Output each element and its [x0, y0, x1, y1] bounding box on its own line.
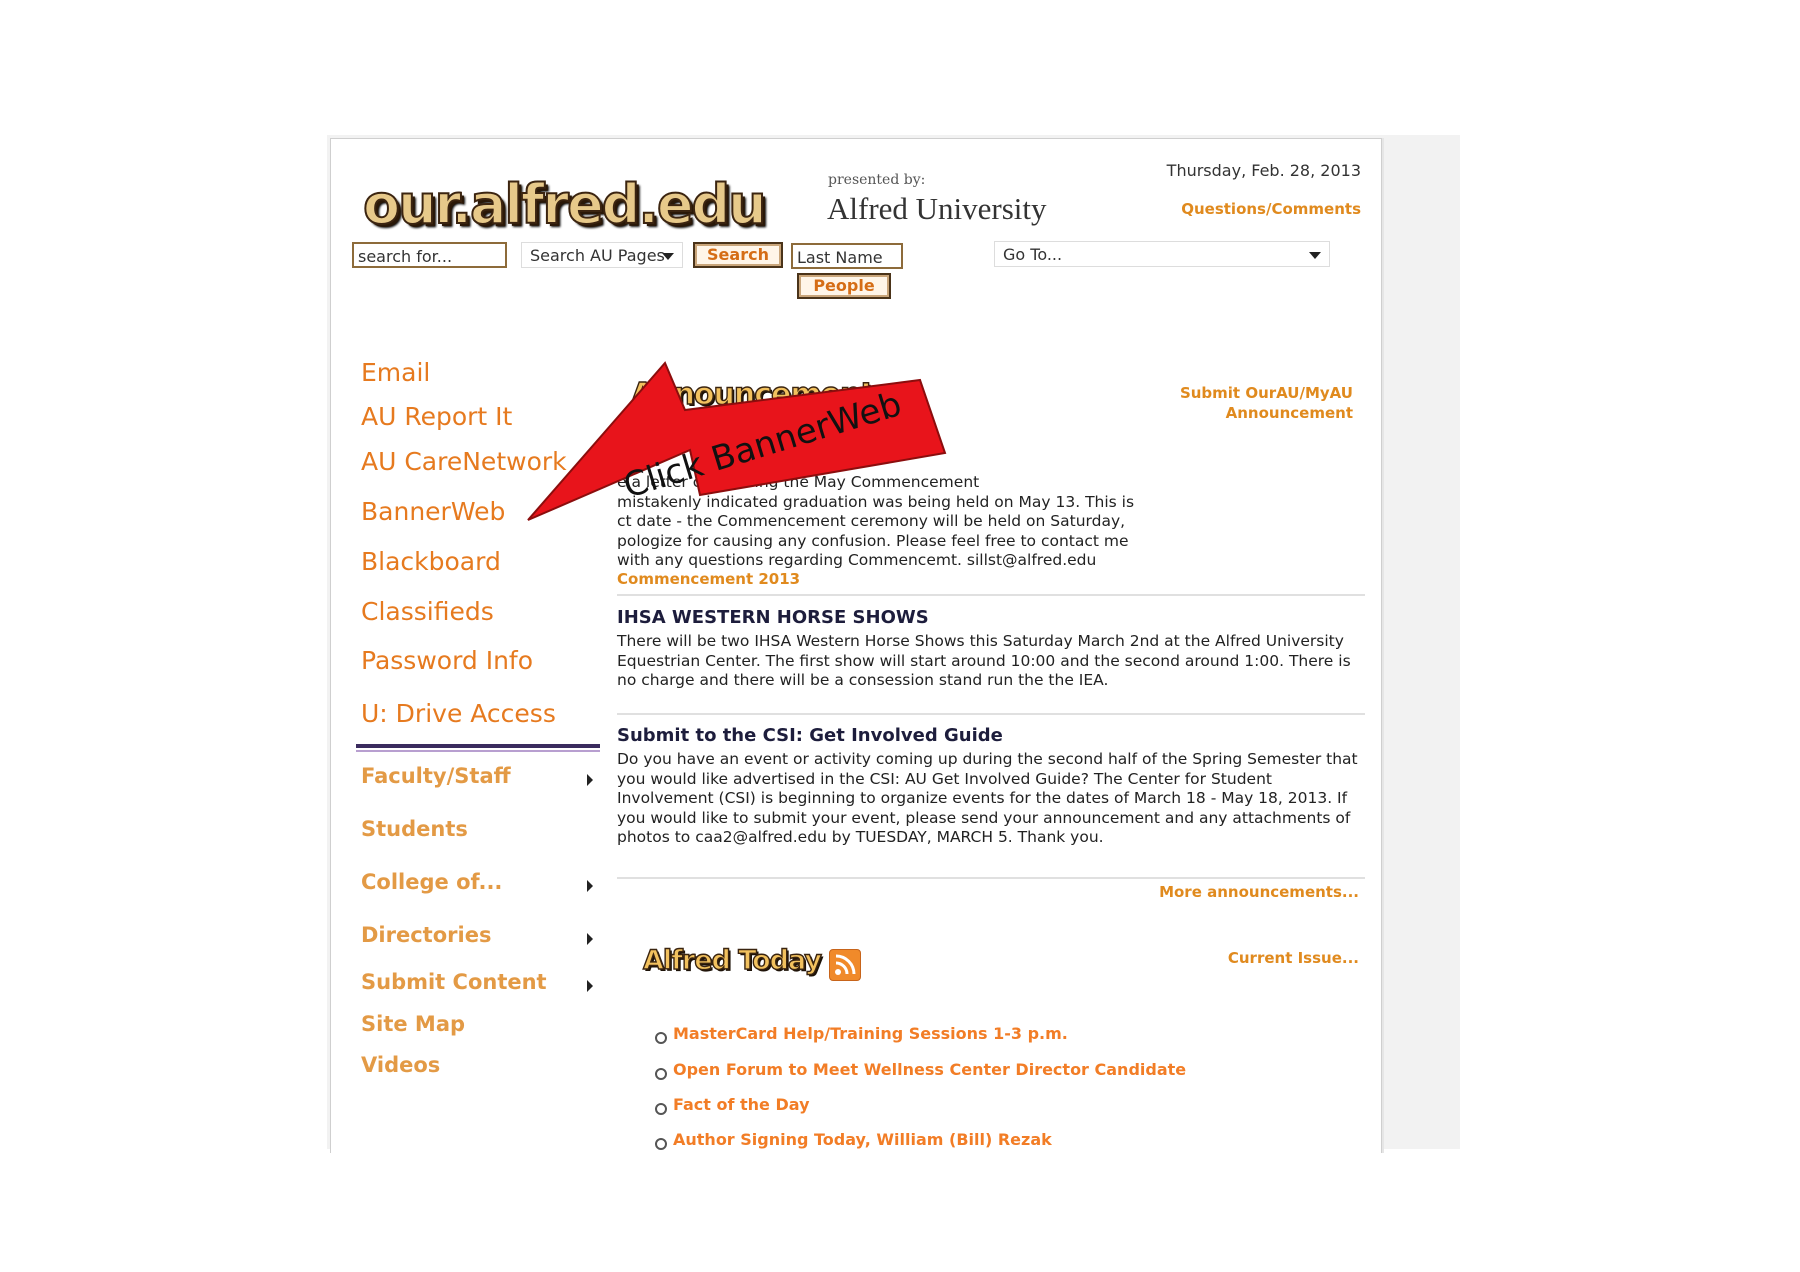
callout-arrow: Click BannerWeb: [527, 361, 947, 521]
